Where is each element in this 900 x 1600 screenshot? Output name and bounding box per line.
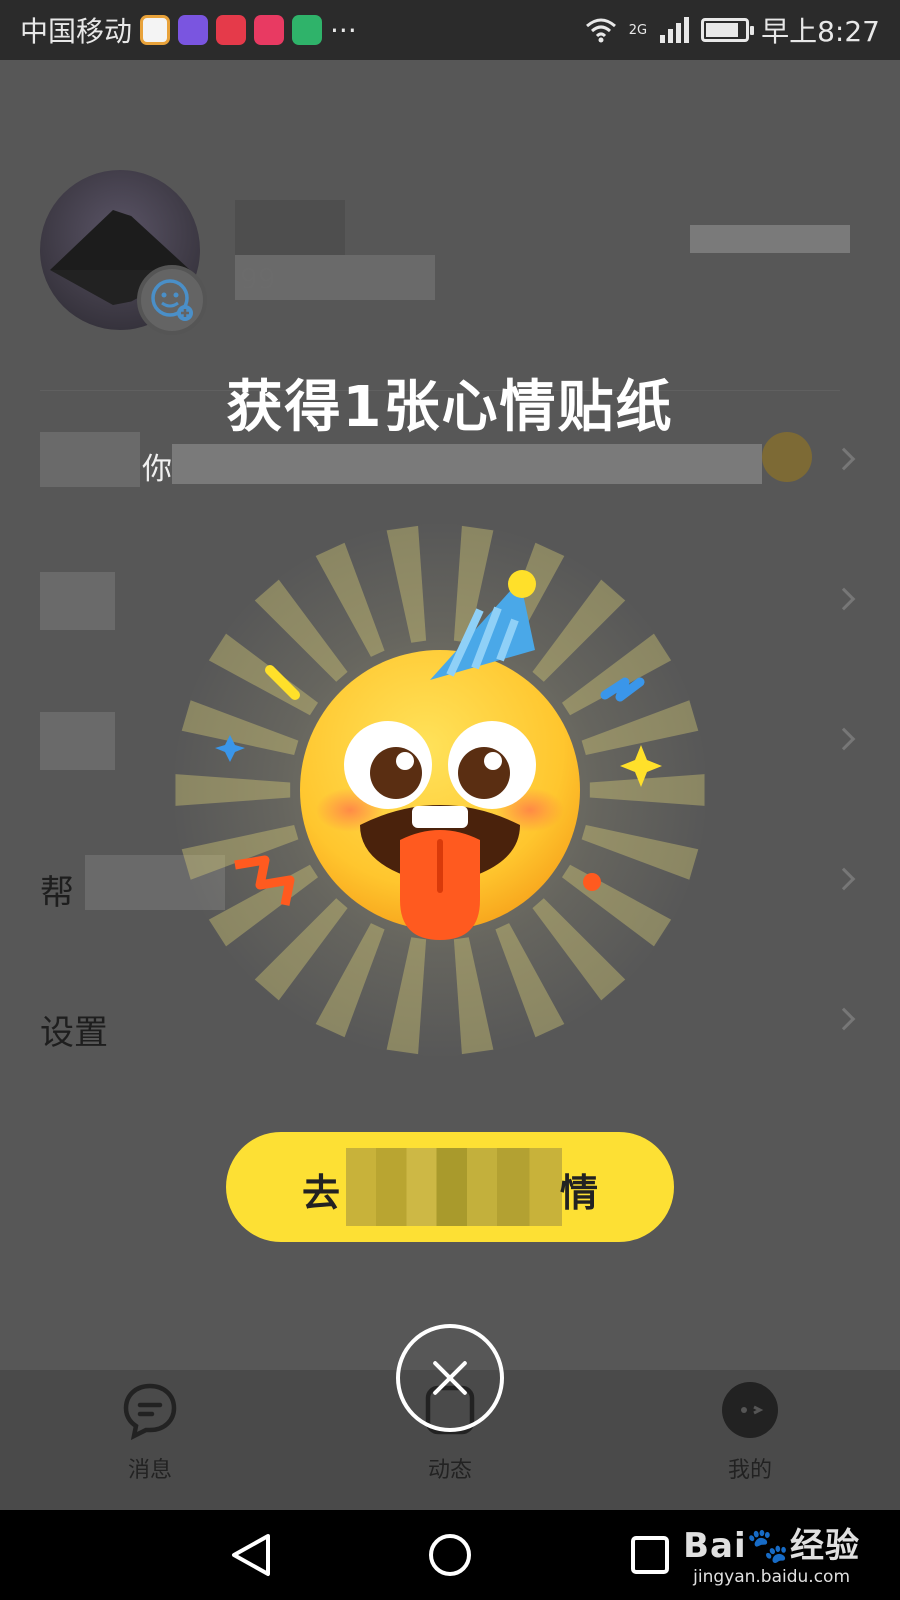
redacted-username (235, 200, 345, 255)
chevron-right-icon (832, 727, 856, 751)
user-id-suffix: 99 (240, 262, 276, 295)
close-icon[interactable] (396, 1324, 504, 1432)
recents-square-icon[interactable] (630, 1532, 670, 1578)
system-nav-bar: Bai🐾经验 jingyan.baidu.com (0, 1510, 900, 1600)
baidu-jingyan-watermark: Bai🐾经验 jingyan.baidu.com (683, 1526, 860, 1587)
nav-item-me[interactable]: 我的 (670, 1380, 830, 1484)
network-type: 2G (628, 22, 648, 38)
add-mood-icon[interactable] (137, 265, 207, 335)
chevron-right-icon (832, 587, 856, 611)
chevron-right-icon (832, 867, 856, 891)
home-circle-icon[interactable] (428, 1532, 472, 1578)
battery-icon (701, 18, 755, 42)
video-app-icon (178, 15, 209, 45)
signal-icon (660, 17, 690, 43)
store-app-icon (292, 15, 323, 45)
status-bar: 中国移动 ··· 2G 早上8:27 (0, 0, 900, 60)
player-app-icon (216, 15, 247, 45)
music-app-icon (254, 15, 285, 45)
wifi-icon (585, 18, 616, 43)
party-tongue-emoji-sticker (150, 520, 750, 1080)
message-icon (123, 1383, 177, 1441)
chevron-right-icon (832, 1007, 856, 1031)
reward-title: 获得1张心情贴纸 (226, 375, 674, 440)
back-triangle-icon[interactable] (230, 1532, 272, 1578)
chevron-right-icon (832, 447, 856, 471)
redacted-button-text (346, 1148, 562, 1226)
photos-app-icon (140, 15, 171, 45)
go-set-mood-button[interactable]: 去 情 (226, 1132, 674, 1242)
profile-face-icon (722, 1382, 778, 1438)
menu-item-subtext: 你 (142, 452, 172, 487)
clock: 早上8:27 (761, 15, 880, 48)
nav-item-messages[interactable]: 消息 (70, 1380, 230, 1484)
more-notifications: ··· (330, 13, 357, 47)
carrier-name: 中国移动 (20, 15, 133, 48)
